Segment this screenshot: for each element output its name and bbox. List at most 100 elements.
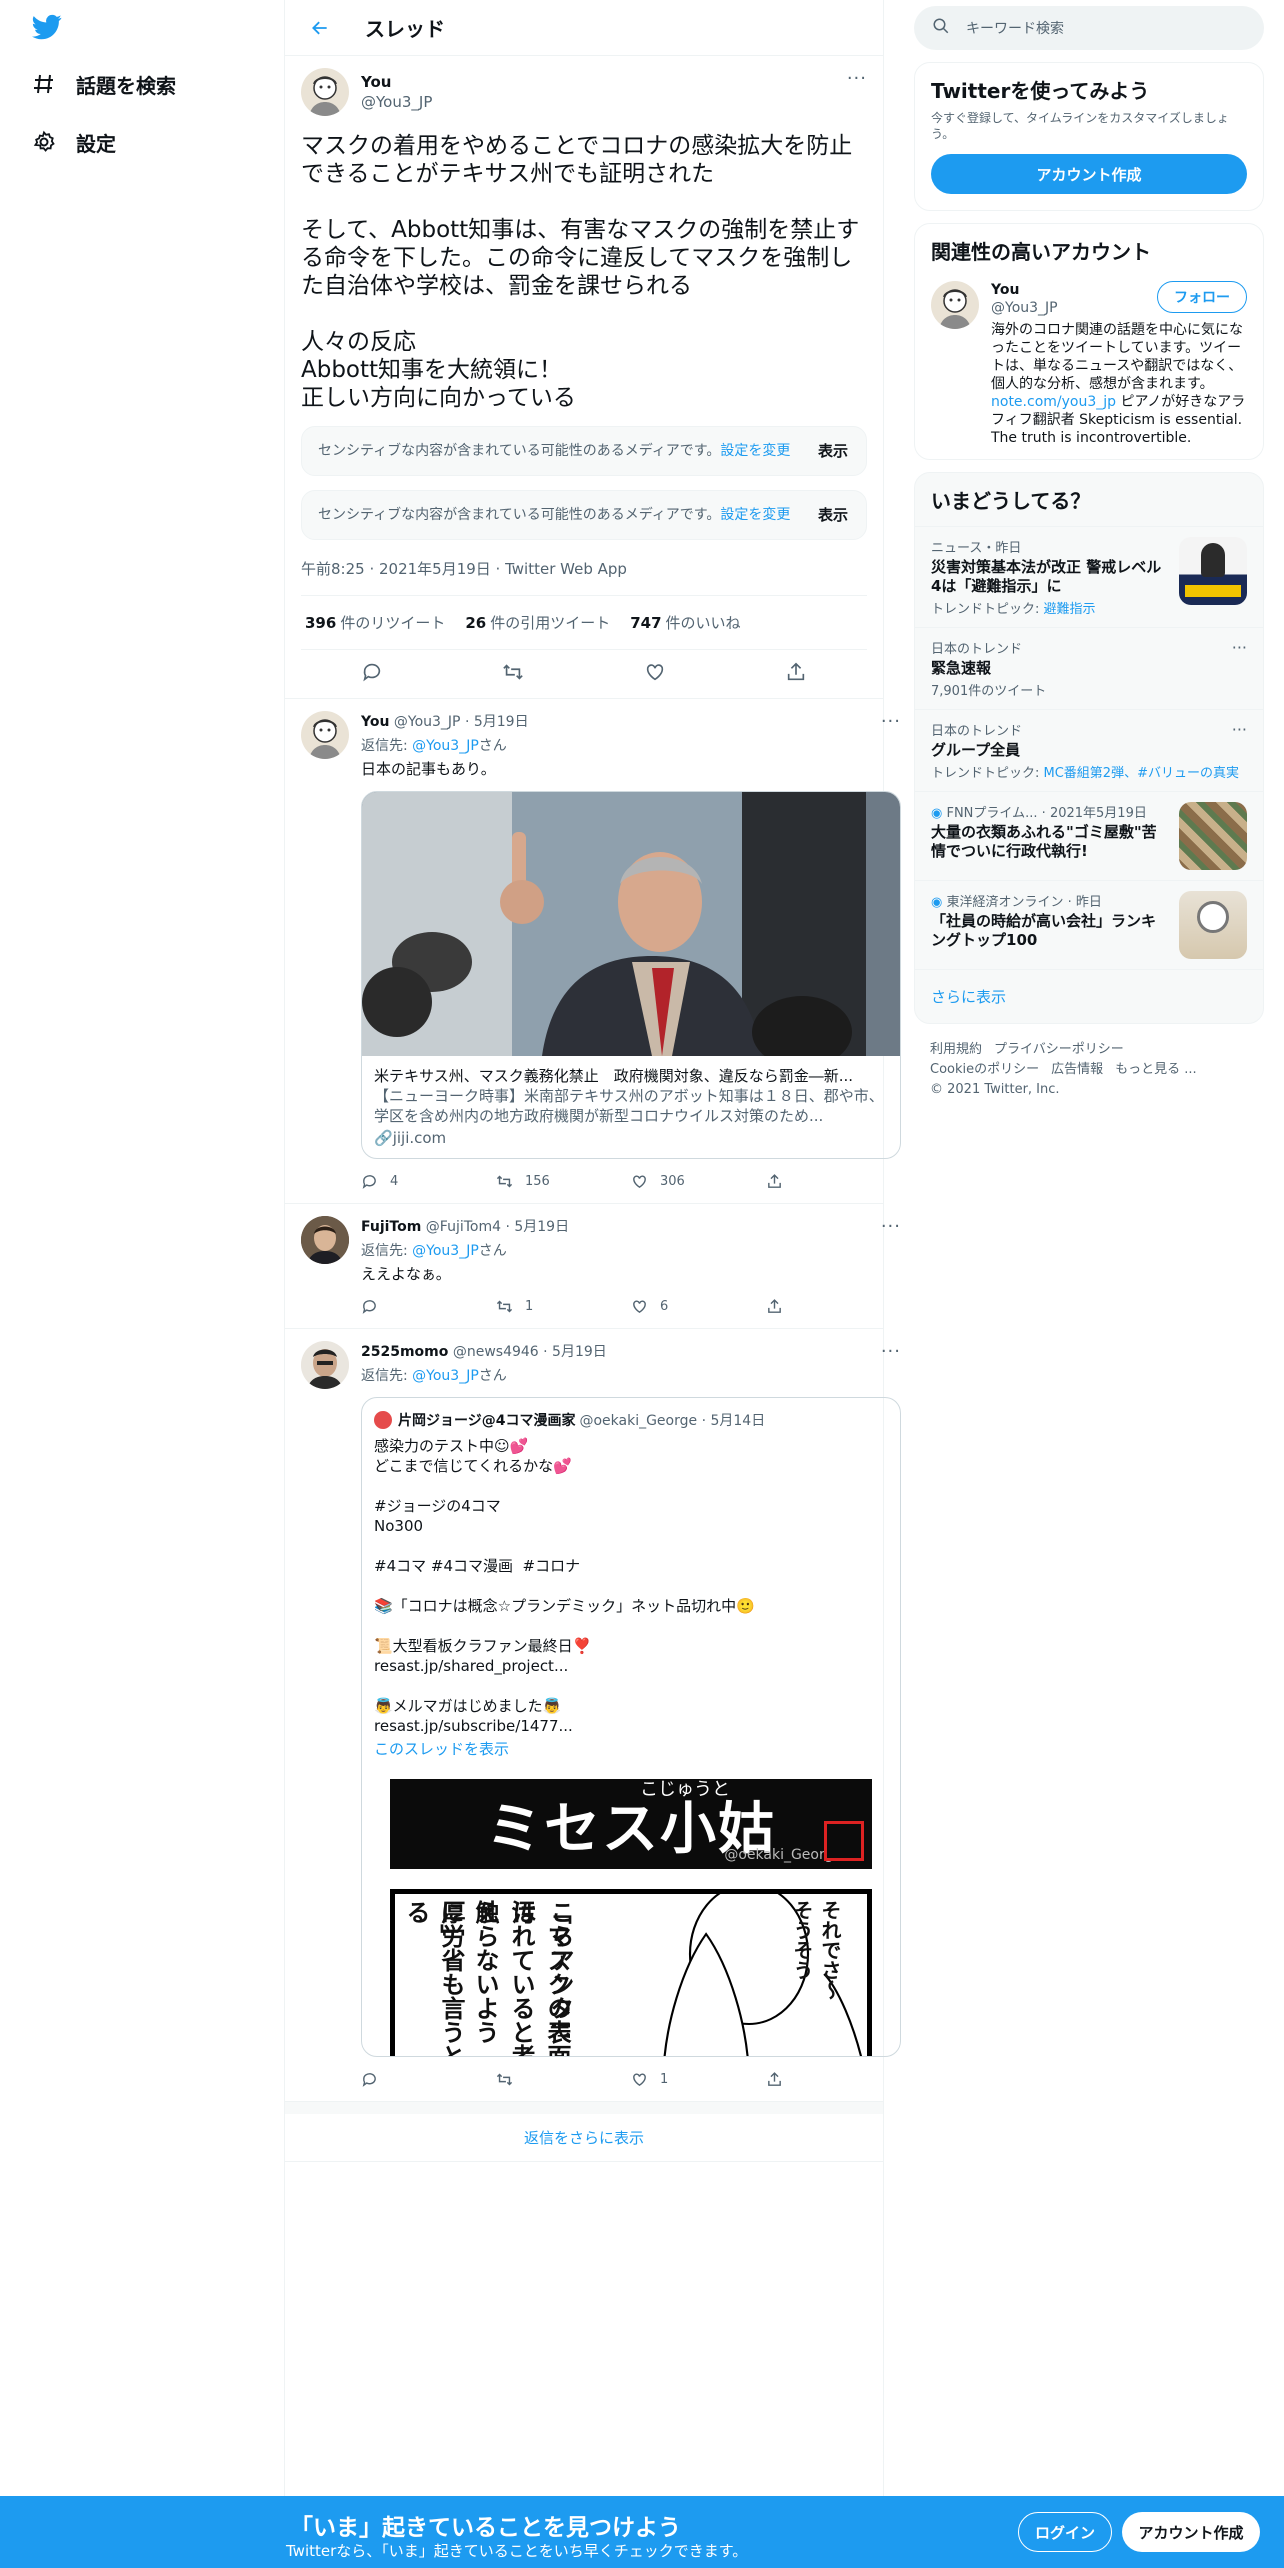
retweet-button[interactable]: 156 bbox=[496, 1173, 631, 1190]
reply-button[interactable]: 4 bbox=[361, 1173, 496, 1190]
reply-icon[interactable] bbox=[361, 661, 383, 687]
handle-date[interactable]: @news4946 · 5月19日 bbox=[453, 1344, 607, 1360]
quoted-text: 感染力のテスト中☺💕 どこまで信じてくれるかな💕 #ジョージの4コマ No300… bbox=[374, 1437, 755, 1735]
show-thread-link[interactable]: このスレッドを表示 bbox=[374, 1740, 509, 1758]
tweet-actions bbox=[301, 650, 867, 698]
retweet-stat[interactable]: 396 件のリツイート bbox=[305, 612, 445, 633]
more-icon[interactable]: ··· bbox=[881, 711, 901, 732]
stamp-icon bbox=[824, 1821, 864, 1861]
avatar[interactable] bbox=[931, 281, 979, 329]
replyto-handle-link[interactable]: @You3_JP bbox=[412, 738, 479, 754]
show-media-button[interactable]: 表示 bbox=[818, 505, 848, 525]
bottom-subtitle: Twitterなら、「いま」起きていることをいち早くチェックできます。 bbox=[286, 2542, 748, 2560]
avatar[interactable] bbox=[301, 68, 349, 116]
card-image bbox=[362, 792, 900, 1056]
follow-button[interactable]: フォロー bbox=[1157, 281, 1247, 313]
footer-link[interactable]: Cookieのポリシー bbox=[930, 1062, 1039, 1077]
reply-tweet[interactable]: You @You3_JP · 5月19日 ··· 返信先: @You3_JPさん … bbox=[285, 699, 901, 1204]
trend-thumbnail bbox=[1179, 802, 1247, 870]
retweet-icon[interactable] bbox=[502, 661, 524, 687]
footer-link[interactable]: 利用規約 bbox=[930, 1042, 982, 1057]
show-more-trends-link[interactable]: さらに表示 bbox=[915, 969, 1263, 1023]
like-icon[interactable] bbox=[644, 661, 666, 687]
login-button[interactable]: ログイン bbox=[1018, 2512, 1112, 2552]
reply-button[interactable] bbox=[361, 2071, 496, 2088]
suggested-account[interactable]: You @You3_JP 海外のコロナ関連の話題を中心に気になったことをツイート… bbox=[915, 277, 1263, 459]
card-description: 【ニューヨーク時事】米南部テキサス州のアボット知事は１８日、郡や市、学区を含め州… bbox=[374, 1087, 884, 1125]
replying-to: 返信先: @You3_JPさん bbox=[361, 738, 507, 754]
more-icon[interactable]: ··· bbox=[847, 68, 867, 89]
share-button[interactable] bbox=[766, 1298, 901, 1315]
focal-tweet: You @You3_JP ··· マスクの着用をやめることでコロナの感染拡大を防… bbox=[285, 56, 883, 699]
reply-tweet[interactable]: FujiTom @FujiTom4 · 5月19日 ··· 返信先: @You3_… bbox=[285, 1204, 900, 1329]
manga-panel: そうそう それでさ〜 こらアンタ!! 「マスクの表面は 汚れていると考え 触らな… bbox=[390, 1889, 872, 2056]
right-sidebar: キーワード検索 Twitterを使ってみよう 今すぐ登録して、タイムラインをカス… bbox=[914, 0, 1264, 1100]
show-more-replies-button[interactable]: 返信をさらに表示 bbox=[285, 2102, 883, 2162]
like-button[interactable]: 1 bbox=[631, 2071, 766, 2088]
display-name[interactable]: You bbox=[361, 714, 389, 730]
like-button[interactable]: 306 bbox=[631, 1173, 766, 1190]
change-settings-link[interactable]: 設定を変更 bbox=[720, 443, 790, 459]
display-name[interactable]: 2525momo bbox=[361, 1344, 448, 1360]
display-name[interactable]: You bbox=[361, 73, 432, 91]
replyto-handle-link[interactable]: @You3_JP bbox=[412, 1243, 479, 1259]
search-input[interactable]: キーワード検索 bbox=[914, 6, 1264, 50]
share-button[interactable] bbox=[766, 1173, 901, 1190]
footer-link[interactable]: 広告情報 bbox=[1051, 1062, 1103, 1077]
trend-thumbnail bbox=[1179, 891, 1247, 959]
handle-date[interactable]: @FujiTom4 · 5月19日 bbox=[426, 1219, 569, 1235]
more-icon[interactable]: ··· bbox=[881, 1341, 901, 1362]
replyto-handle-link[interactable]: @You3_JP bbox=[412, 1368, 479, 1384]
manga-banner: こじゅうと ミセス小姑 @oekaki_George bbox=[390, 1779, 872, 1869]
hashtag-icon bbox=[30, 70, 58, 98]
like-button[interactable]: 6 bbox=[631, 1298, 766, 1315]
more-icon[interactable]: ··· bbox=[1232, 720, 1247, 739]
trend-item[interactable]: 日本のトレンド 緊急速報 7,901件のツイート ··· bbox=[915, 627, 1263, 709]
nav-explore[interactable]: 話題を検索 bbox=[30, 60, 176, 108]
change-settings-link[interactable]: 設定を変更 bbox=[720, 507, 790, 523]
trend-item[interactable]: ◉ FNNプライム... · 2021年5月19日 大量の衣類あふれる"ゴミ屋敷… bbox=[915, 791, 1263, 880]
join-panel: Twitterを使ってみよう 今すぐ登録して、タイムラインをカスタマイズしましょ… bbox=[914, 62, 1264, 211]
footer-link[interactable]: もっと見る ... bbox=[1115, 1062, 1197, 1077]
handle-date[interactable]: @You3_JP · 5月19日 bbox=[394, 714, 529, 730]
trend-item[interactable]: ニュース・昨日 災害対策基本法が改正 警戒レベル4は「避難指示」に トレンドトピ… bbox=[915, 526, 1263, 627]
handle[interactable]: @You3_JP bbox=[361, 93, 432, 111]
retweet-button[interactable]: 1 bbox=[496, 1298, 631, 1315]
footer: 利用規約 プライバシーポリシー Cookieのポリシー 広告情報 もっと見る ... … bbox=[914, 1024, 1264, 1100]
avatar[interactable] bbox=[301, 1216, 349, 1264]
nav-settings-label: 設定 bbox=[76, 131, 116, 156]
tweet-timestamp[interactable]: 午前8:25 · 2021年5月19日 · Twitter Web App bbox=[301, 558, 867, 596]
trends-panel: いまどうしてる？ ニュース・昨日 災害対策基本法が改正 警戒レベル4は「避難指示… bbox=[914, 472, 1264, 1024]
share-icon[interactable] bbox=[785, 661, 807, 687]
relevant-title: 関連性の高いアカウント bbox=[931, 240, 1151, 264]
trend-item[interactable]: 日本のトレンド グループ全員 トレンドトピック: MC番組第2弾、#バリューの真… bbox=[915, 709, 1263, 791]
reply-button[interactable] bbox=[361, 1298, 496, 1315]
footer-link[interactable]: プライバシーポリシー bbox=[994, 1042, 1124, 1057]
avatar[interactable] bbox=[301, 1341, 349, 1389]
show-media-button[interactable]: 表示 bbox=[818, 441, 848, 461]
retweet-button[interactable] bbox=[496, 2071, 631, 2088]
gear-icon bbox=[30, 128, 58, 156]
more-icon[interactable]: ··· bbox=[1232, 638, 1247, 657]
signup-button[interactable]: アカウント作成 bbox=[1122, 2512, 1260, 2552]
quote-stat[interactable]: 26 件の引用ツイート bbox=[465, 612, 610, 633]
manga-image: こじゅうと ミセス小姑 @oekaki_George そうそう それでさ〜 こら… bbox=[390, 1779, 872, 2056]
twitter-logo-icon[interactable] bbox=[30, 12, 66, 44]
link-icon: 🔗 bbox=[374, 1129, 393, 1147]
card-domain: 🔗jiji.com bbox=[374, 1129, 447, 1147]
display-name[interactable]: FujiTom bbox=[361, 1219, 421, 1235]
link-card[interactable]: 米テキサス州、マスク義務化禁止 政府機関対象、違反なら罰金―新... 【ニューヨ… bbox=[361, 791, 901, 1159]
share-button[interactable] bbox=[766, 2071, 901, 2088]
bio-link[interactable]: note.com/you3_jp bbox=[991, 394, 1116, 410]
like-stat[interactable]: 747 件のいいね bbox=[630, 612, 740, 633]
reply-tweet[interactable]: 2525momo @news4946 · 5月19日 ··· 返信先: @You3… bbox=[285, 1329, 901, 2102]
replying-to: 返信先: @You3_JPさん bbox=[361, 1243, 507, 1259]
trend-item[interactable]: ◉ 東洋経済オンライン · 昨日 「社員の時給が高い会社」ランキングトップ100 bbox=[915, 880, 1263, 969]
quoted-display-name: 片岡ジョージ@4コマ漫画家 bbox=[398, 1413, 576, 1429]
back-arrow-icon[interactable] bbox=[305, 13, 335, 43]
more-icon[interactable]: ··· bbox=[881, 1216, 901, 1237]
avatar[interactable] bbox=[301, 711, 349, 759]
signup-button[interactable]: アカウント作成 bbox=[931, 154, 1247, 194]
quoted-tweet[interactable]: 片岡ジョージ@4コマ漫画家 @oekaki_George · 5月14日 感染力… bbox=[361, 1397, 901, 2057]
nav-settings[interactable]: 設定 bbox=[30, 118, 116, 166]
